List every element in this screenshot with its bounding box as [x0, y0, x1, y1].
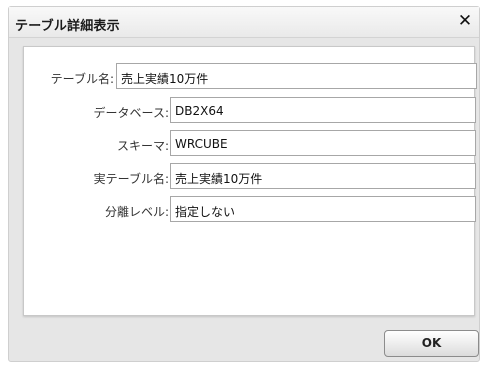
dialog-titlebar: テーブル詳細表示 ✕ [9, 7, 479, 38]
close-icon[interactable]: ✕ [455, 11, 475, 31]
table-name-row: テーブル名: 売上実績10万件 [24, 63, 477, 89]
isolation-level-field[interactable]: 指定しない [170, 196, 476, 222]
actual-table-name-row: 実テーブル名: 売上実績10万件 [24, 163, 476, 189]
schema-row: スキーマ: WRCUBE [24, 130, 476, 156]
table-details-dialog: テーブル詳細表示 ✕ テーブル名: 売上実績10万件 データベース: DB2X6… [8, 6, 480, 362]
details-panel: テーブル名: 売上実績10万件 データベース: DB2X64 スキーマ: WRC… [23, 46, 477, 316]
isolation-level-row: 分離レベル: 指定しない [24, 196, 476, 222]
database-label: データベース: [93, 106, 169, 120]
table-name-label: テーブル名: [50, 72, 114, 86]
actual-table-name-field[interactable]: 売上実績10万件 [170, 163, 476, 189]
ok-button[interactable]: OK [384, 330, 479, 357]
actual-table-name-label: 実テーブル名: [93, 172, 169, 186]
table-name-field[interactable]: 売上実績10万件 [116, 63, 477, 89]
database-field[interactable]: DB2X64 [170, 97, 476, 123]
database-row: データベース: DB2X64 [24, 97, 476, 123]
dialog-title: テーブル詳細表示 [15, 19, 120, 34]
schema-label: スキーマ: [116, 139, 169, 153]
isolation-level-label: 分離レベル: [104, 205, 169, 219]
schema-field[interactable]: WRCUBE [170, 130, 476, 156]
